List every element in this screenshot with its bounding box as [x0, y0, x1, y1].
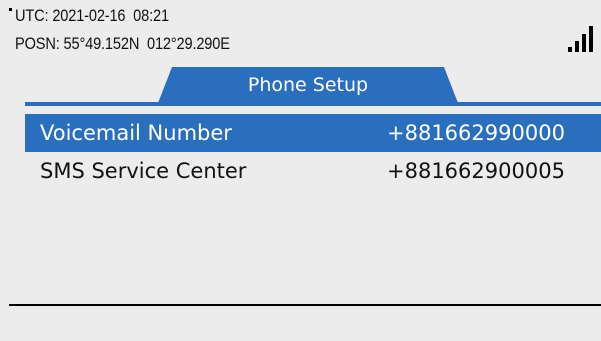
utc-value: 2021-02-16 08:21 [52, 6, 169, 25]
list-item-label: Voicemail Number [40, 121, 232, 145]
list-item-sms-service-center[interactable]: SMS Service Center +881662900005 [25, 152, 601, 190]
list-item-voicemail-number[interactable]: Voicemail Number +881662990000 [25, 114, 601, 152]
settings-list: Voicemail Number +881662990000 SMS Servi… [25, 114, 601, 190]
signal-bar [589, 26, 593, 52]
posn-value: 55°49.152N 012°29.290E [63, 34, 230, 53]
signal-strength-icon [562, 22, 598, 52]
list-item-value: +881662900005 [387, 159, 565, 183]
list-item-value: +881662990000 [387, 121, 565, 145]
tab-phone-setup[interactable]: Phone Setup [158, 67, 458, 103]
corner-marker [9, 8, 12, 11]
utc-readout: UTC: 2021-02-16 08:21 [15, 6, 169, 26]
posn-label: POSN: [15, 34, 60, 53]
position-readout: POSN: 55°49.152N 012°29.290E [15, 34, 230, 54]
tab-title: Phone Setup [247, 74, 369, 96]
utc-label: UTC: [15, 6, 49, 25]
list-item-label: SMS Service Center [40, 159, 247, 183]
signal-bar [575, 41, 579, 52]
signal-bar [568, 47, 572, 52]
signal-bar [582, 34, 586, 52]
bottom-divider [9, 304, 601, 306]
